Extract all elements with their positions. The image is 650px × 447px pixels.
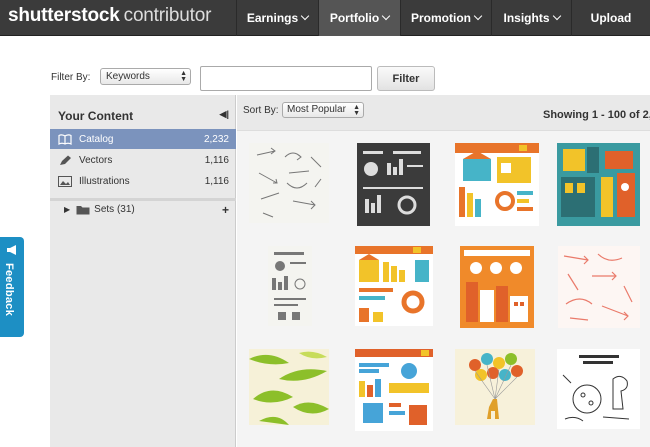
book-icon xyxy=(58,133,72,145)
thumbnail[interactable] xyxy=(268,246,312,326)
thumbnail[interactable] xyxy=(249,349,329,425)
thumbnail[interactable] xyxy=(557,143,640,226)
filter-label: Filter By: xyxy=(51,72,91,83)
pizzeria-sketch-image xyxy=(562,355,630,422)
nav-label: Earnings xyxy=(246,11,299,25)
sidebar-item-catalog[interactable]: Catalog 2,232 xyxy=(50,129,236,149)
sidebar-item-label: Catalog xyxy=(79,133,114,145)
chevron-down-icon xyxy=(473,11,483,21)
chevron-down-icon xyxy=(300,11,310,21)
sidebar-item-label: Vectors xyxy=(79,154,113,166)
sort-label: Sort By: xyxy=(243,105,279,116)
results-count: Showing 1 - 100 of 2,23 xyxy=(543,109,650,121)
nav-insights[interactable]: Insights xyxy=(491,0,571,36)
thumbnail[interactable] xyxy=(249,143,329,223)
collapse-sidebar-icon[interactable]: ◀| xyxy=(220,109,229,120)
filter-type-select[interactable]: Keywords ▲ ▼ xyxy=(100,68,191,85)
sidebar-item-sets[interactable]: ▶ Sets (31) + xyxy=(50,198,236,218)
updown-arrows-icon: ▲ ▼ xyxy=(353,104,360,117)
thumbnail[interactable] xyxy=(558,246,640,328)
thumbnail[interactable] xyxy=(355,349,433,431)
megaphone-icon xyxy=(5,243,19,260)
house-infographic-image xyxy=(455,143,539,217)
nav-label: Portfolio xyxy=(329,11,380,25)
thumbnail[interactable] xyxy=(455,143,539,226)
thumbnail[interactable] xyxy=(355,246,433,326)
sidebar-item-label: Illustrations xyxy=(79,175,130,187)
sidebar-item-count: 2,232 xyxy=(203,133,229,145)
sidebar: Your Content ◀| Catalog 2,232 Vectors 1,… xyxy=(50,95,236,447)
nav-promotion[interactable]: Promotion xyxy=(400,0,491,36)
folder-icon xyxy=(76,204,90,215)
thumbnail[interactable] xyxy=(557,349,640,429)
nav-portfolio[interactable]: Portfolio xyxy=(318,0,400,36)
palm-leaves-image xyxy=(249,351,329,425)
brand-name: shutterstock xyxy=(8,5,120,26)
pen-icon xyxy=(58,155,72,166)
brand-subtitle: contributor xyxy=(123,5,212,26)
nav-label: Insights xyxy=(503,11,550,25)
sort-value: Most Popular xyxy=(287,104,346,115)
arrows-sketch-image xyxy=(256,147,322,218)
nav-earnings[interactable]: Earnings xyxy=(236,0,318,36)
filter-button[interactable]: Filter xyxy=(377,66,435,91)
sidebar-item-count: 1,116 xyxy=(204,154,229,166)
logo[interactable]: shutterstock contributor xyxy=(8,5,211,27)
nav-label: Promotion xyxy=(411,11,471,25)
city-infographic-image xyxy=(561,147,635,217)
add-set-icon[interactable]: + xyxy=(222,203,229,217)
top-navbar: shutterstock contributor Earnings Portfol… xyxy=(0,0,650,36)
picture-icon xyxy=(58,175,72,187)
expand-arrow-icon[interactable]: ▶ xyxy=(64,205,70,214)
sidebar-title: Your Content xyxy=(58,109,134,123)
sidebar-header: Your Content ◀| xyxy=(50,95,235,128)
thumbnail[interactable] xyxy=(460,246,534,328)
updown-arrows-icon: ▲ ▼ xyxy=(180,70,187,83)
sidebar-item-count: 1,116 xyxy=(204,175,229,187)
sketch-infographic-image xyxy=(272,252,306,320)
feedback-label: Feedback xyxy=(3,263,15,317)
chevron-down-icon xyxy=(552,11,561,21)
thumbnail[interactable] xyxy=(357,143,430,226)
dark-infographic-image xyxy=(363,151,423,215)
balloons-giraffe-image xyxy=(469,353,523,419)
city-infographic-image xyxy=(464,250,530,322)
filter-type-value: Keywords xyxy=(106,71,150,82)
sort-select[interactable]: Most Popular ▲ ▼ xyxy=(282,102,364,118)
feedback-tab[interactable]: Feedback xyxy=(0,237,24,337)
nav-label: Upload xyxy=(590,11,632,25)
sets-label: Sets (31) xyxy=(94,204,135,215)
sidebar-item-illustrations[interactable]: Illustrations 1,116 xyxy=(50,171,236,191)
filter-input[interactable] xyxy=(200,66,372,91)
red-arrows-image xyxy=(563,253,633,321)
nav-upload[interactable]: Upload xyxy=(571,0,650,36)
chevron-down-icon xyxy=(381,11,391,21)
bathroom-infographic-image xyxy=(355,349,433,425)
sidebar-item-vectors[interactable]: Vectors 1,116 xyxy=(50,150,236,170)
thumbnail[interactable] xyxy=(455,349,535,425)
house-infographic-image xyxy=(355,246,433,322)
